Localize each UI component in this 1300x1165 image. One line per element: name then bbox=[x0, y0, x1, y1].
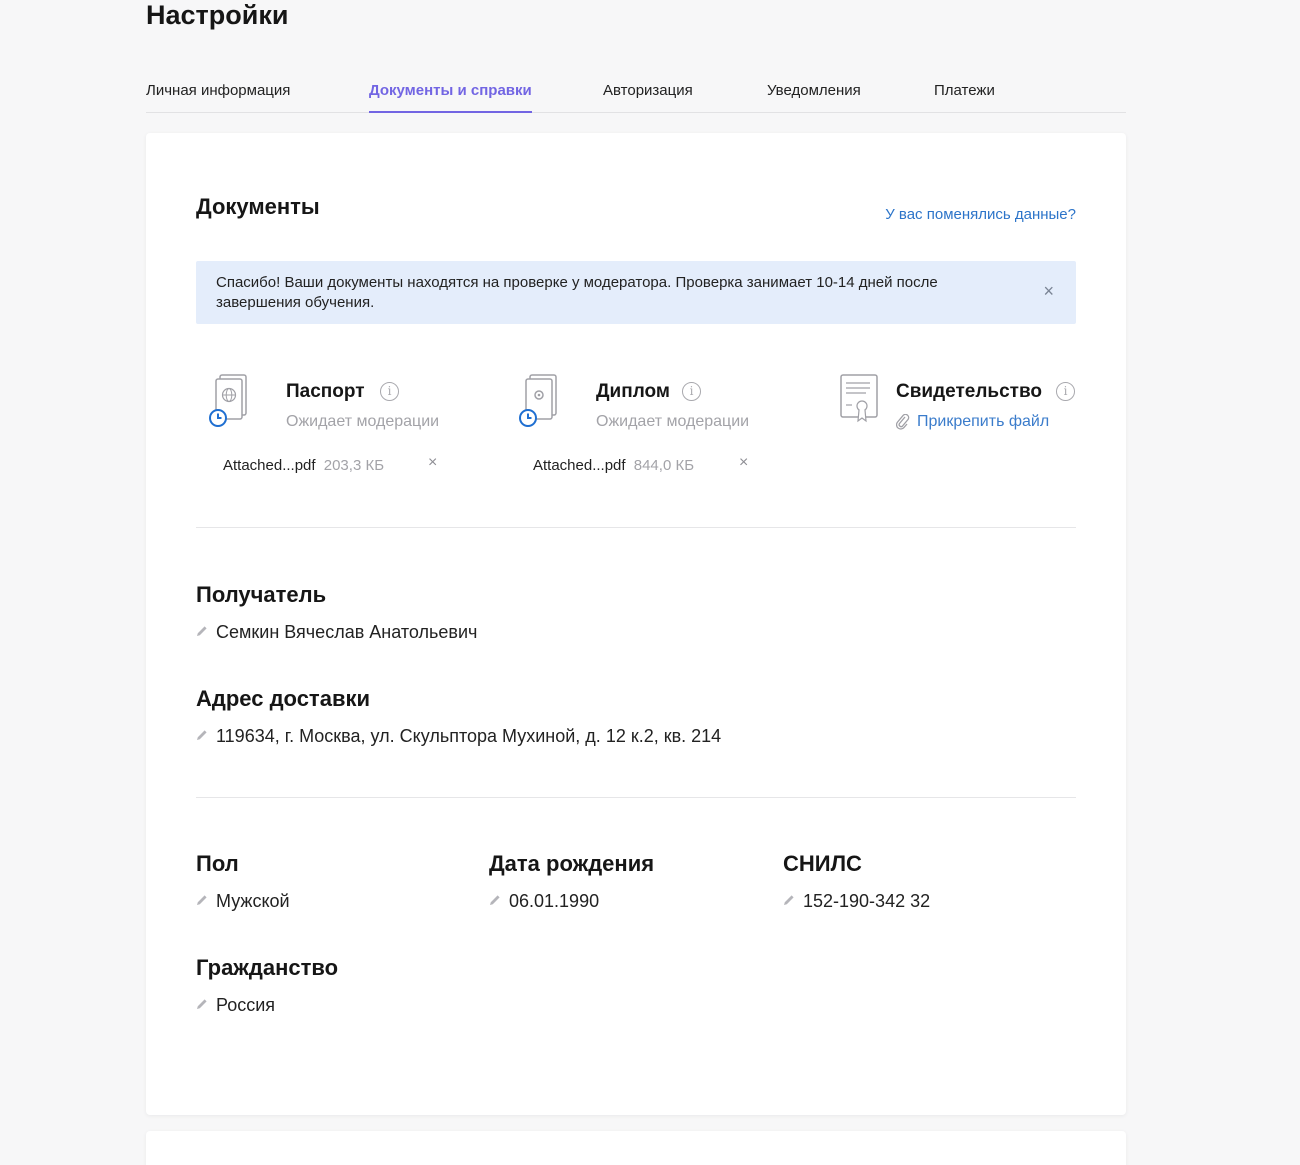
doc-name: Свидетельство bbox=[896, 381, 1042, 402]
snils-label: СНИЛС bbox=[783, 851, 862, 876]
file-name[interactable]: Attached...pdf bbox=[223, 457, 316, 474]
field-text: Россия bbox=[216, 995, 276, 1015]
info-icon[interactable]: i bbox=[682, 382, 701, 401]
gender-value[interactable]: Мужской bbox=[196, 891, 290, 912]
file-size: 844,0 КБ bbox=[633, 457, 695, 474]
doc-status: Ожидает модерации bbox=[596, 413, 750, 430]
address-label: Адрес доставки bbox=[196, 686, 371, 711]
tab-notifications[interactable]: Уведомления bbox=[767, 82, 861, 113]
settings-tabs: Личная информация Документы и справки Ав… bbox=[146, 80, 1126, 113]
doc-status: Ожидает модерации bbox=[286, 413, 440, 430]
birth-date-value[interactable]: 06.01.1990 bbox=[489, 891, 599, 912]
recipient-value[interactable]: Семкин Вячеслав Анатольевич bbox=[196, 622, 477, 643]
citizenship-label: Гражданство bbox=[196, 955, 339, 980]
tab-documents[interactable]: Документы и справки bbox=[369, 82, 532, 113]
pencil-icon bbox=[197, 895, 207, 905]
field-text: 152-190-342 32 bbox=[803, 891, 931, 911]
birth-date-label: Дата рождения bbox=[489, 851, 655, 876]
attached-file: Attached...pdf 203,3 КБ × bbox=[223, 454, 437, 474]
field-text: Семкин Вячеслав Анатольевич bbox=[216, 622, 478, 642]
tab-payments[interactable]: Платежи bbox=[934, 82, 995, 113]
info-icon[interactable]: i bbox=[380, 382, 399, 401]
pencil-icon bbox=[197, 626, 207, 636]
citizenship-value[interactable]: Россия bbox=[196, 995, 275, 1016]
documents-card: Документы У вас поменялись данные? Спаси… bbox=[146, 133, 1126, 1115]
paperclip-icon bbox=[896, 414, 910, 430]
next-card bbox=[146, 1131, 1126, 1165]
recipient-label: Получатель bbox=[196, 582, 327, 607]
tab-authorization[interactable]: Авторизация bbox=[603, 82, 693, 113]
documents-title: Документы bbox=[196, 194, 320, 219]
file-size: 203,3 КБ bbox=[323, 457, 385, 474]
doc-name: Диплом bbox=[596, 381, 670, 402]
certificate-icon bbox=[840, 374, 878, 423]
moderation-notice: Спасибо! Ваши документы находятся на про… bbox=[196, 261, 1076, 324]
doc-name: Паспорт bbox=[286, 381, 365, 402]
file-name[interactable]: Attached...pdf bbox=[533, 457, 626, 474]
notice-text: Спасибо! Ваши документы находятся на про… bbox=[216, 274, 938, 311]
passport-icon bbox=[209, 374, 247, 427]
divider bbox=[196, 527, 1076, 528]
attach-file-label: Прикрепить файл bbox=[917, 413, 1050, 430]
pencil-icon bbox=[197, 730, 207, 740]
info-icon[interactable]: i bbox=[1056, 382, 1075, 401]
divider bbox=[196, 797, 1076, 798]
gender-label: Пол bbox=[196, 851, 239, 876]
tab-personal-info[interactable]: Личная информация bbox=[146, 82, 290, 113]
pencil-icon bbox=[490, 895, 500, 905]
diploma-icon bbox=[519, 374, 557, 427]
attached-file: Attached...pdf 844,0 КБ × bbox=[533, 454, 748, 474]
field-text: 06.01.1990 bbox=[509, 891, 600, 911]
data-changed-link[interactable]: У вас поменялись данные? bbox=[885, 206, 1076, 223]
close-icon[interactable]: × bbox=[1043, 281, 1054, 301]
field-text: Мужской bbox=[216, 891, 290, 911]
pencil-icon bbox=[197, 999, 207, 1009]
attach-file-link[interactable]: Прикрепить файл bbox=[896, 413, 1049, 431]
page-title: Настройки bbox=[146, 0, 289, 30]
pencil-icon bbox=[784, 895, 794, 905]
remove-file-icon[interactable]: × bbox=[739, 454, 748, 472]
remove-file-icon[interactable]: × bbox=[428, 454, 437, 472]
field-text: 119634, г. Москва, ул. Скульптора Мухино… bbox=[216, 726, 722, 746]
snils-value[interactable]: 152-190-342 32 bbox=[783, 891, 930, 912]
address-value[interactable]: 119634, г. Москва, ул. Скульптора Мухино… bbox=[196, 726, 721, 747]
